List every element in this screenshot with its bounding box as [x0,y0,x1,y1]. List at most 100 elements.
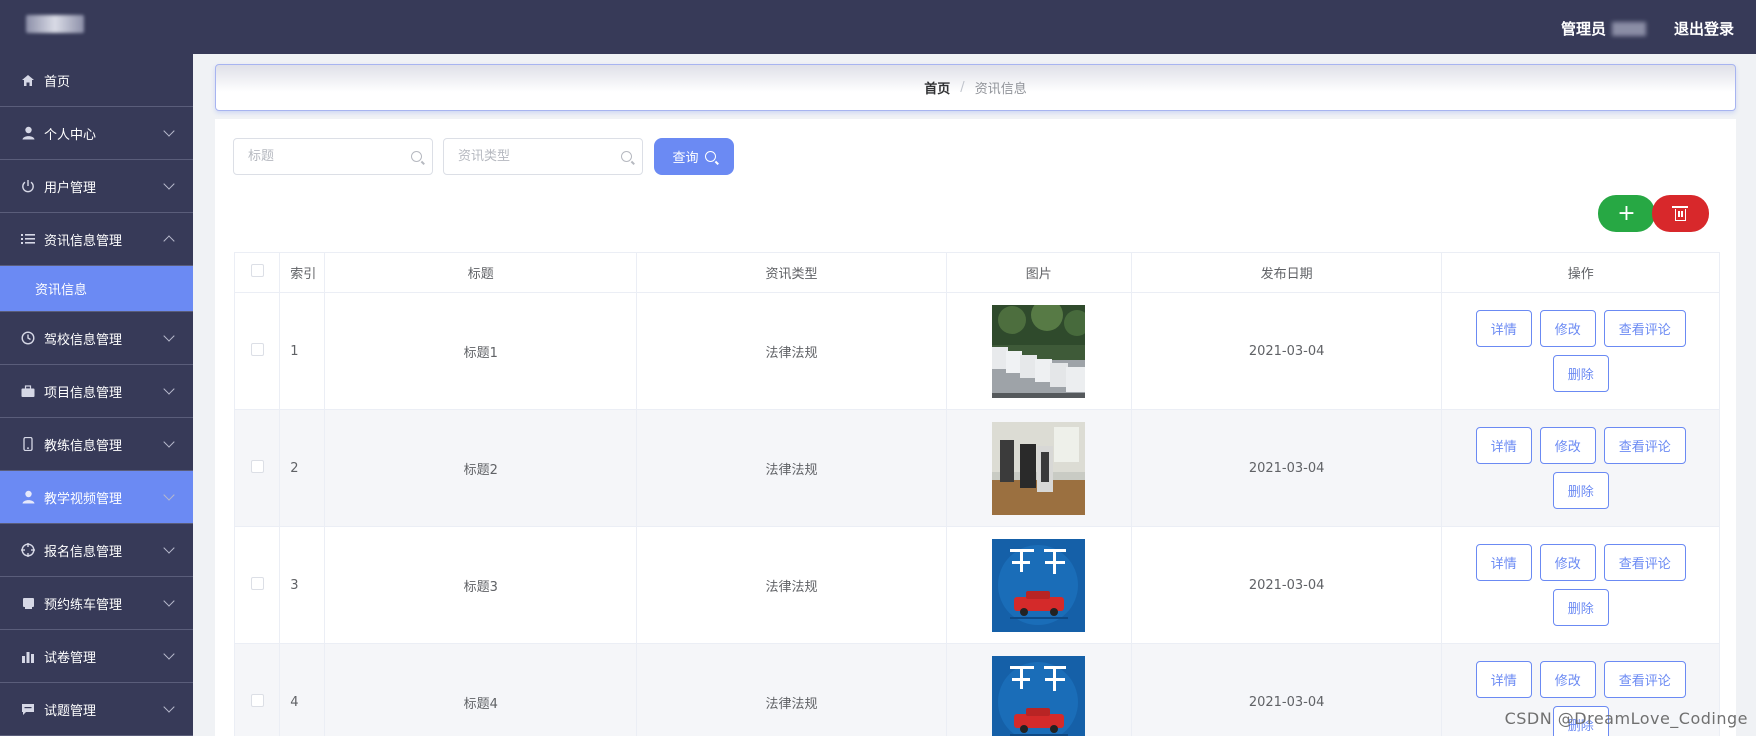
sidebar-item-booking-management[interactable]: 预约练车管理 [0,577,193,630]
row-select-cell [233,409,281,527]
target-icon [20,542,36,558]
chevron-down-icon [163,330,175,342]
news-thumbnail-cars[interactable] [992,304,1086,398]
row-image-cell [945,409,1132,527]
chevron-down-icon [163,125,175,137]
sidebar-item-video-management[interactable]: 教学视频管理 [0,471,193,524]
sidebar-item-registration-management[interactable]: 报名信息管理 [0,524,193,577]
table-row: 1 标题1 法律法规 2021-03-04 详情 修改 查看评论 删除 [233,292,1720,410]
batch-delete-button[interactable] [1652,195,1709,232]
sidebar-item-exam-paper-management[interactable]: 试卷管理 [0,630,193,683]
row-type: 法律法规 [636,526,947,644]
chevron-up-icon [163,235,175,247]
sidebar-item-project-management[interactable]: 项目信息管理 [0,365,193,418]
detail-button[interactable]: 详情 [1475,544,1532,581]
detail-button[interactable]: 详情 [1475,310,1532,347]
sidebar-subitem-news[interactable]: 资讯信息 [0,266,193,312]
delete-button[interactable]: 删除 [1552,589,1609,626]
sidebar-item-label: 试卷管理 [44,650,97,666]
chevron-down-icon [163,489,175,501]
add-button[interactable]: + [1598,195,1655,232]
sidebar-item-coach-management[interactable]: 教练信息管理 [0,418,193,471]
edit-button[interactable]: 修改 [1539,544,1596,581]
sidebar-item-label: 驾校信息管理 [44,332,123,348]
view-comments-button[interactable]: 查看评论 [1603,544,1686,581]
briefcase-icon [20,383,36,399]
type-search-field[interactable] [443,138,643,175]
delete-button[interactable]: 删除 [1552,472,1609,509]
row-image-cell [945,526,1132,644]
row-title: 标题1 [324,292,638,410]
row-select-cell [233,526,281,644]
edit-button[interactable]: 修改 [1539,661,1596,698]
row-image-cell [945,292,1132,410]
sidebar-item-label: 预约练车管理 [44,597,123,613]
view-comments-button[interactable]: 查看评论 [1603,661,1686,698]
column-header-title: 标题 [324,252,638,293]
sidebar-item-user-management[interactable]: 用户管理 [0,160,193,213]
title-search-input[interactable] [234,139,432,174]
chevron-down-icon [163,436,175,448]
breadcrumb: 首页 / 资讯信息 [215,64,1736,111]
query-button[interactable]: 查询 [654,138,734,175]
logout-button[interactable]: 退出登录 [1674,18,1734,39]
chevron-down-icon [163,595,175,607]
chevron-down-icon [163,383,175,395]
row-index: 1 [279,292,326,410]
phone-icon [20,436,36,452]
sidebar-item-label: 资讯信息管理 [44,233,123,249]
view-comments-button[interactable]: 查看评论 [1603,310,1686,347]
chart-icon [20,648,36,664]
chevron-down-icon [163,648,175,660]
row-index: 3 [279,526,326,644]
edit-button[interactable]: 修改 [1539,310,1596,347]
breadcrumb-home[interactable]: 首页 [924,78,950,97]
top-bar: 管理员 退出登录 [0,0,1756,54]
detail-button[interactable]: 详情 [1475,427,1532,464]
select-all-checkbox[interactable] [250,264,264,277]
row-checkbox[interactable] [250,342,264,356]
view-comments-button[interactable]: 查看评论 [1603,427,1686,464]
delete-button[interactable]: 删除 [1552,355,1609,392]
sidebar-item-label: 首页 [44,74,71,90]
sidebar-item-label: 用户管理 [44,180,97,196]
row-title: 标题2 [324,409,638,527]
title-search-field[interactable] [233,138,433,175]
search-icon [704,151,716,162]
row-checkbox[interactable] [250,459,264,473]
column-header-date: 发布日期 [1130,252,1443,293]
sidebar-item-personal-center[interactable]: 个人中心 [0,107,193,160]
row-type: 法律法规 [636,409,947,527]
sidebar-item-label: 教学视频管理 [44,491,123,507]
row-checkbox[interactable] [250,693,264,707]
detail-button[interactable]: 详情 [1475,661,1532,698]
row-date: 2021-03-04 [1130,292,1443,410]
user-info: 管理员 [1561,18,1646,39]
search-icon [411,151,422,162]
news-thumbnail-learn-driving[interactable] [992,538,1086,632]
row-checkbox[interactable] [250,576,264,590]
row-date: 2021-03-04 [1130,643,1443,736]
user-icon [20,489,36,505]
news-table: 索引 标题 资讯类型 图片 发布日期 操作 1 标题1 法律法规 2021-03… [233,252,1720,736]
sidebar-item-question-management[interactable]: 试题管理 [0,683,193,736]
chevron-down-icon [163,542,175,554]
breadcrumb-current: 资讯信息 [974,82,1027,97]
power-icon [20,178,36,194]
table-header-row: 索引 标题 资讯类型 图片 发布日期 操作 [233,252,1720,293]
news-thumbnail-simulator[interactable] [992,421,1086,515]
row-title: 标题3 [324,526,638,644]
row-type: 法律法规 [636,643,947,736]
column-header-type: 资讯类型 [636,252,947,293]
news-thumbnail-learn-driving[interactable] [992,655,1086,736]
sidebar-item-home[interactable]: 首页 [0,54,193,107]
sidebar-item-label: 个人中心 [44,127,97,143]
row-select-cell [233,643,281,736]
sidebar-item-news-management[interactable]: 资讯信息管理 [0,213,193,266]
type-search-input[interactable] [444,139,642,174]
edit-button[interactable]: 修改 [1539,427,1596,464]
column-header-actions: 操作 [1441,252,1720,293]
table-row: 3 标题3 法律法规 2021-03-04 详情 修改 查看评论 删除 [233,526,1720,644]
table-row: 4 标题4 法律法规 2021-03-04 详情 修改 查看评论 删除 [233,643,1720,736]
sidebar-item-driving-school-management[interactable]: 驾校信息管理 [0,312,193,365]
